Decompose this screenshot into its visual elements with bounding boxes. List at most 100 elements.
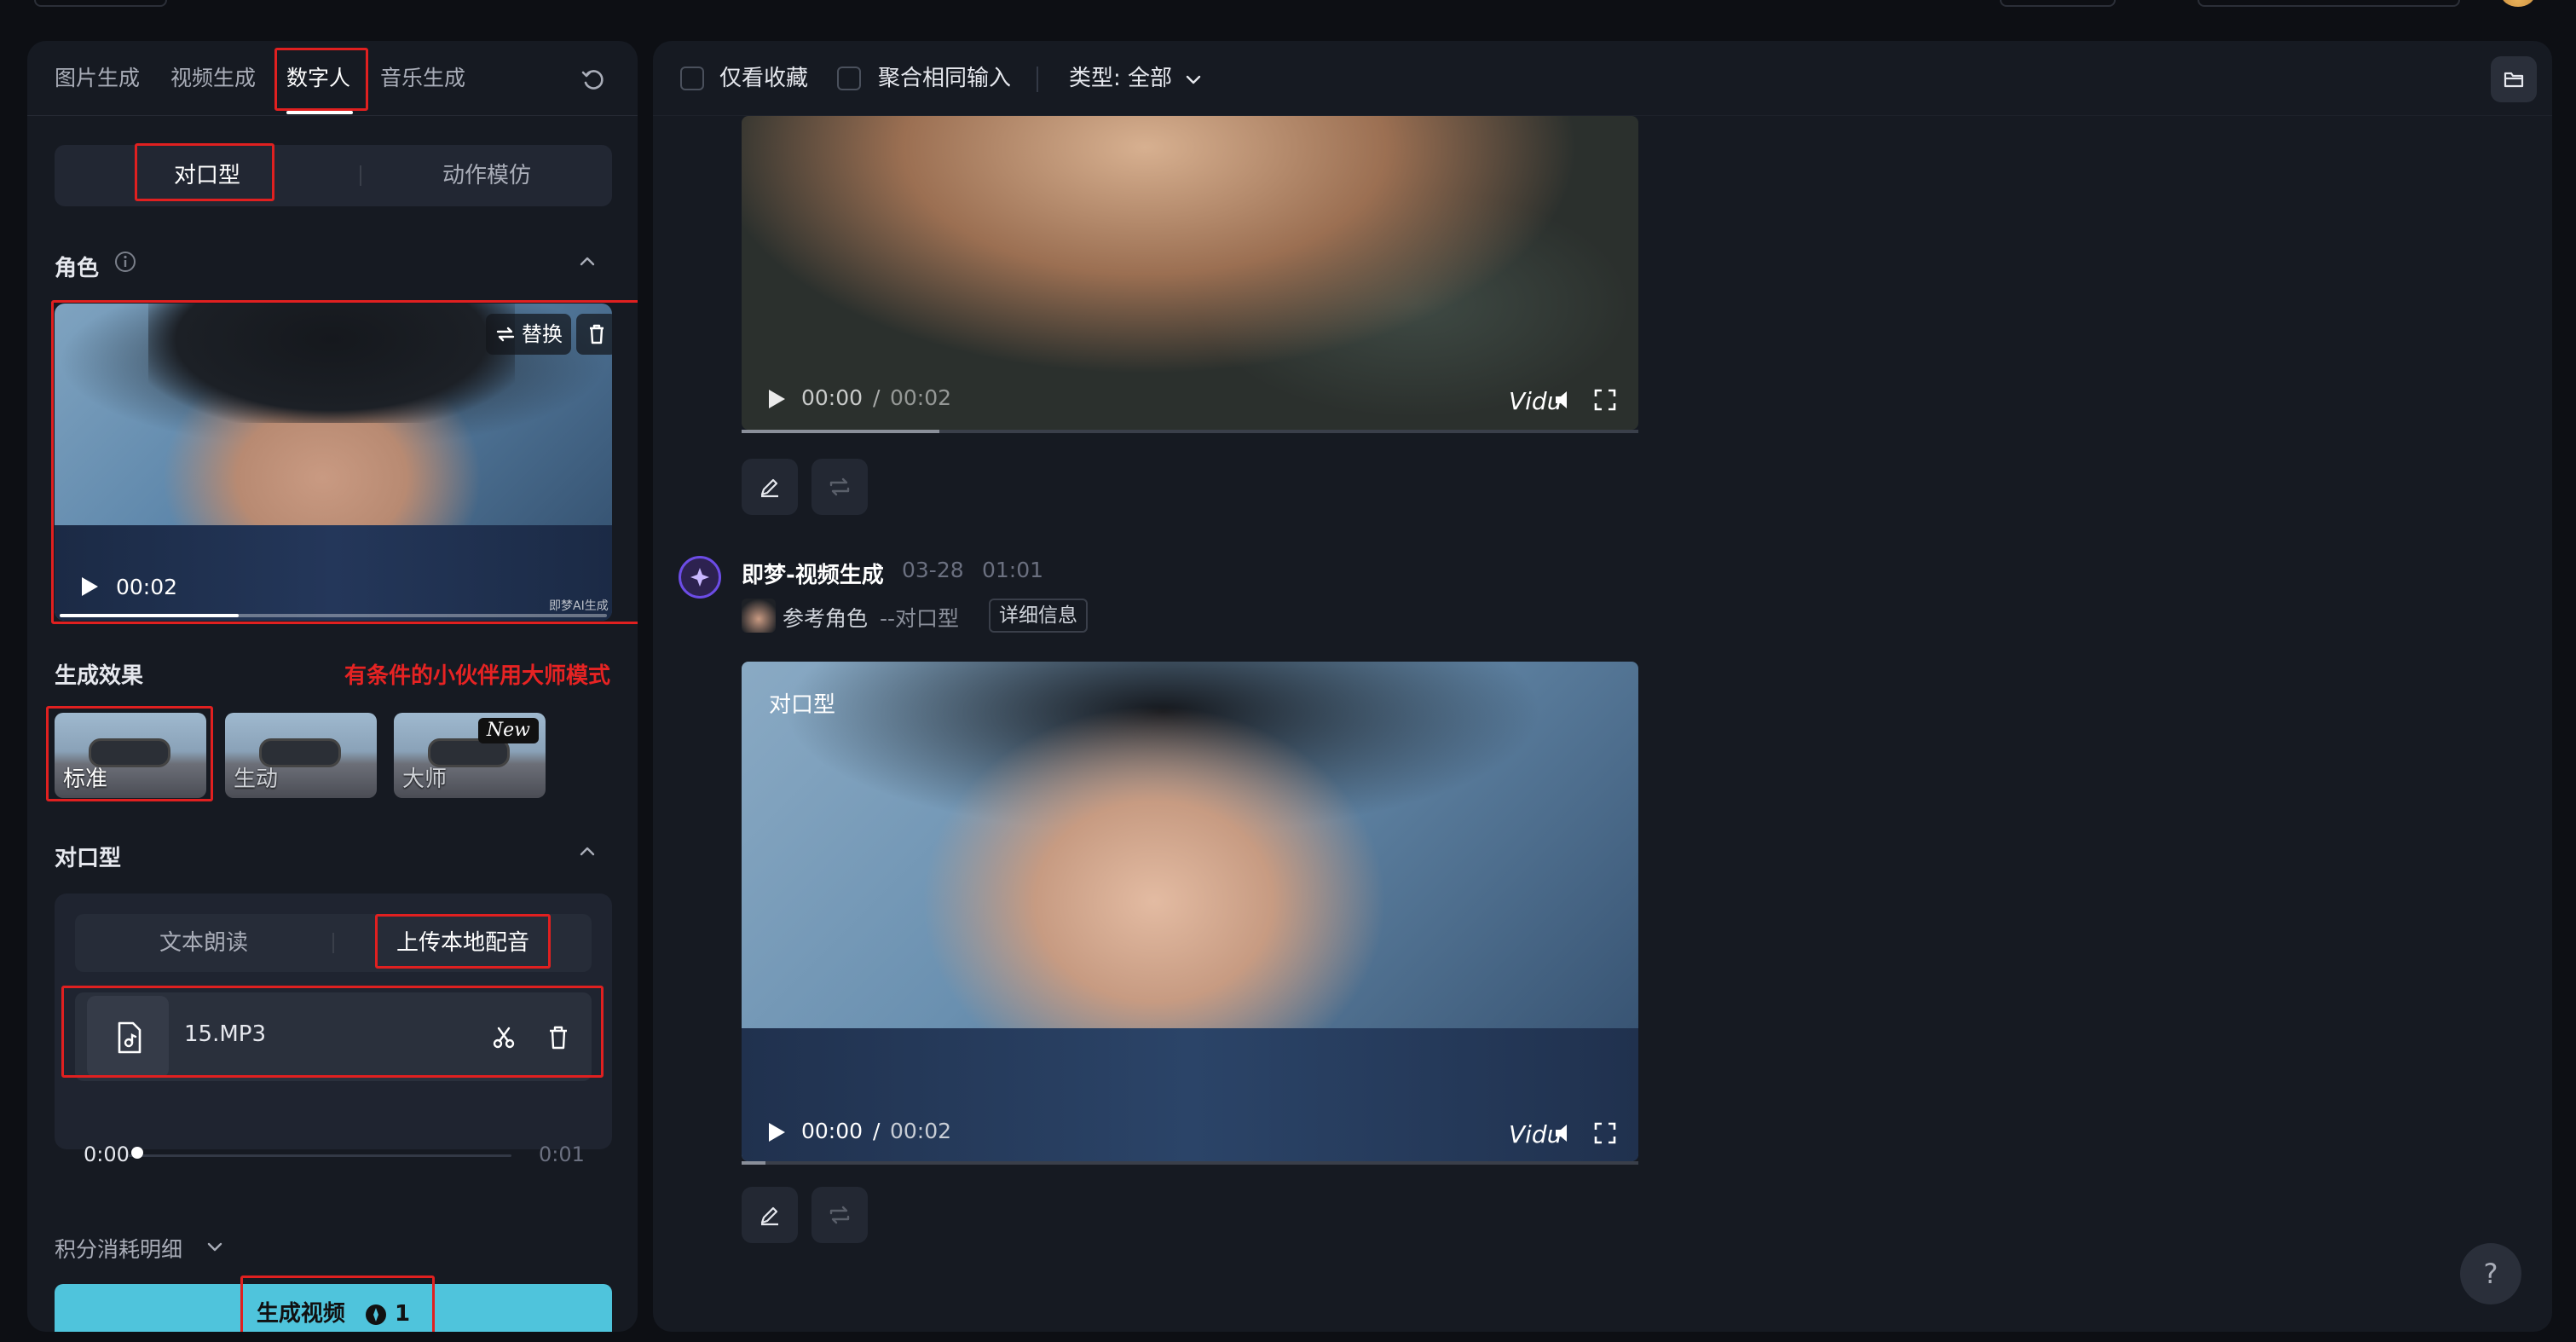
audio-file-icon	[118, 1021, 142, 1054]
refresh-icon[interactable]	[580, 67, 607, 94]
pencil-icon	[760, 1206, 778, 1226]
generate-cost: 1	[395, 1301, 411, 1327]
play-icon[interactable]	[80, 576, 99, 597]
video2-tag: 对口型	[769, 692, 836, 718]
role-video[interactable]: 替换 00:02 即梦AI生成	[55, 304, 612, 621]
upload-audio-option[interactable]: 上传本地配音	[334, 914, 592, 972]
lip-section-title: 对口型	[55, 846, 122, 871]
only-favorites-label[interactable]: 仅看收藏	[719, 61, 808, 95]
repeat-icon	[829, 477, 850, 496]
collapse-lip-icon[interactable]	[576, 841, 598, 863]
top-button-fragment[interactable]	[2198, 0, 2460, 7]
points-detail-toggle[interactable]: 积分消耗明细	[55, 1233, 222, 1264]
sparkle-icon	[690, 568, 709, 587]
tab-video-generation[interactable]: 视频生成	[170, 61, 256, 95]
mode-motion-mimic[interactable]: 动作模仿	[361, 145, 612, 206]
results-panel: 仅看收藏 聚合相同输入 类型: 全部 00:00 / 00:02 Vidu 即梦…	[653, 41, 2552, 1332]
video1-progress[interactable]	[742, 430, 1638, 433]
top-button-fragment[interactable]	[2000, 0, 2116, 7]
audio-total-time: 0:01	[539, 1142, 585, 1166]
detail-info-button[interactable]: 详细信息	[989, 599, 1088, 633]
replace-button[interactable]: 替换	[486, 314, 571, 355]
generation-date: 03-28	[902, 558, 964, 582]
type-filter-label: 类型: 全部	[1069, 66, 1173, 91]
jimeng-avatar	[679, 556, 721, 599]
video2-time-separator: /	[873, 1119, 881, 1143]
effect-vivid[interactable]: 生动	[225, 713, 377, 798]
results-toolbar: 仅看收藏 聚合相同输入 类型: 全部	[653, 41, 2552, 116]
points-icon	[365, 1304, 386, 1325]
video2-progress-fill	[742, 1161, 765, 1165]
top-tab-fragment[interactable]	[34, 0, 167, 7]
effect-vivid-label: 生动	[234, 766, 279, 792]
audio-file-name: 15.MP3	[184, 1021, 267, 1047]
role-video-progress[interactable]	[60, 614, 607, 617]
edit-button[interactable]	[742, 1187, 798, 1243]
effect-standard-label: 标准	[63, 766, 108, 792]
replace-label: 替换	[522, 322, 563, 346]
only-favorites-checkbox[interactable]	[680, 67, 704, 90]
audio-progress-track[interactable]	[128, 1154, 511, 1157]
video2-progress[interactable]	[742, 1161, 1638, 1165]
result-video-1[interactable]: 00:00 / 00:02 Vidu	[742, 116, 1638, 430]
generation-title: 即梦-视频生成	[742, 563, 884, 588]
group-same-input-label[interactable]: 聚合相同输入	[878, 61, 1011, 95]
mode-segment: 对口型 动作模仿	[55, 145, 612, 206]
chevron-down-icon	[207, 1242, 222, 1252]
effect-section-title: 生成效果	[55, 663, 144, 689]
trash-icon[interactable]	[546, 1025, 571, 1050]
audio-current-time: 0:00	[84, 1142, 130, 1166]
role-video-frame	[55, 525, 612, 621]
effect-master[interactable]: New 大师	[394, 713, 546, 798]
toolbar-divider	[1037, 67, 1038, 92]
fullscreen-icon[interactable]	[1594, 1122, 1616, 1144]
video1-current-time: 00:00	[801, 385, 863, 410]
user-avatar[interactable]	[2501, 0, 2535, 7]
edit-button[interactable]	[742, 459, 798, 515]
info-icon[interactable]	[114, 251, 136, 273]
mode-lip-sync[interactable]: 对口型	[55, 145, 360, 206]
fullscreen-icon[interactable]	[1594, 389, 1616, 411]
group-same-input-checkbox[interactable]	[837, 67, 861, 90]
creation-tabs: 图片生成 视频生成 数字人 音乐生成	[27, 41, 638, 116]
role-video-frame	[148, 304, 515, 423]
generate-video-button[interactable]: 生成视频 1	[55, 1284, 612, 1332]
chevron-down-icon	[1187, 75, 1201, 84]
role-section-title: 角色	[55, 256, 100, 281]
play-icon[interactable]	[767, 389, 786, 409]
repeat-icon	[829, 1206, 850, 1224]
swap-icon	[496, 327, 515, 342]
regenerate-button[interactable]	[811, 459, 868, 515]
type-filter-dropdown[interactable]: 类型: 全部	[1069, 61, 1203, 95]
scissors-icon[interactable]	[491, 1025, 517, 1050]
annotation-note: 有条件的小伙伴用大师模式	[344, 663, 611, 689]
result-video-2[interactable]: 对口型 00:00 / 00:02 Vidu	[742, 662, 1638, 1161]
top-bar	[0, 0, 2576, 10]
delete-role-button[interactable]	[576, 314, 612, 355]
generate-button-content: 生成视频 1	[55, 1284, 612, 1332]
text-reading-option[interactable]: 文本朗读	[75, 914, 332, 972]
generate-label: 生成视频	[256, 1301, 345, 1327]
video1-progress-fill	[742, 430, 939, 433]
active-tab-indicator	[286, 111, 353, 114]
folder-icon	[2504, 72, 2524, 88]
help-button[interactable]: ?	[2460, 1243, 2521, 1304]
tab-image-generation[interactable]: 图片生成	[55, 61, 140, 95]
reference-type-label: --对口型	[880, 606, 960, 631]
audio-progress-handle[interactable]	[131, 1147, 143, 1159]
tab-music-generation[interactable]: 音乐生成	[380, 61, 465, 95]
video2-total-time: 00:02	[890, 1119, 952, 1143]
left-panel: 图片生成 视频生成 数字人 音乐生成 对口型 动作模仿 角色 替换 00:02 …	[27, 41, 638, 1332]
effect-master-label: 大师	[402, 766, 448, 792]
effect-standard[interactable]: 标准	[55, 713, 206, 798]
collapse-role-icon[interactable]	[576, 251, 598, 273]
tab-digital-human[interactable]: 数字人	[286, 61, 350, 95]
reference-thumbnail[interactable]	[742, 599, 776, 633]
folder-button[interactable]	[2491, 56, 2537, 102]
reference-role-label: 参考角色	[783, 606, 869, 631]
generation-clock: 01:01	[982, 558, 1044, 582]
volume-icon[interactable]	[1553, 389, 1579, 411]
play-icon[interactable]	[767, 1122, 786, 1142]
regenerate-button[interactable]	[811, 1187, 868, 1243]
volume-icon[interactable]	[1553, 1122, 1579, 1144]
